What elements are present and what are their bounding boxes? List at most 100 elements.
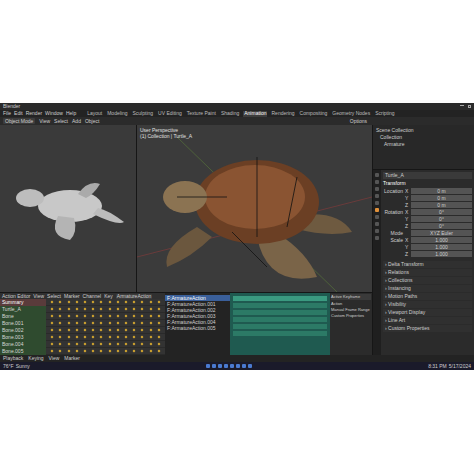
- outliner-item[interactable]: Collection: [376, 135, 471, 140]
- channel-row[interactable]: Bone.001: [0, 320, 46, 327]
- action-name[interactable]: ArmatureAction: [116, 294, 152, 299]
- channel-row[interactable]: Bone.003: [0, 334, 46, 341]
- tab-icon[interactable]: [375, 208, 379, 212]
- transform-field[interactable]: RotationX0°: [383, 209, 472, 215]
- tab-icon[interactable]: [375, 194, 379, 198]
- property-section[interactable]: › Delta Transform: [383, 261, 472, 268]
- property-section[interactable]: › Viewport Display: [383, 309, 472, 316]
- property-section[interactable]: › Collections: [383, 277, 472, 284]
- property-section[interactable]: › Instancing: [383, 285, 472, 292]
- transform-field[interactable]: Y0°: [383, 216, 472, 222]
- workspace-tab[interactable]: Modeling: [106, 111, 128, 117]
- track-item[interactable]: F:ArmatureAction.003: [165, 313, 230, 319]
- editor-menu-item[interactable]: Channel: [83, 294, 102, 299]
- main-viewport[interactable]: User Perspective(1) Collection | Turtle_…: [137, 125, 372, 292]
- app-icon[interactable]: [248, 364, 252, 368]
- app-icon[interactable]: [230, 364, 234, 368]
- status-item[interactable]: Keying: [28, 356, 43, 361]
- outliner-item[interactable]: Scene Collection: [376, 128, 471, 133]
- transform-field[interactable]: Z0°: [383, 223, 472, 229]
- workspace-tab[interactable]: Texture Paint: [186, 111, 217, 117]
- channel-row[interactable]: Bone.004: [0, 341, 46, 348]
- collection-label: (1) Collection | Turtle_A: [140, 134, 369, 139]
- outliner-item[interactable]: Armature: [376, 142, 471, 147]
- transform-field[interactable]: Y0 m: [383, 195, 472, 201]
- tab-icon[interactable]: [375, 222, 379, 226]
- property-section[interactable]: › Custom Properties: [383, 325, 472, 332]
- track-item[interactable]: F:ArmatureAction: [165, 295, 230, 301]
- track-item[interactable]: F:ArmatureAction.004: [165, 319, 230, 325]
- tab-icon[interactable]: [375, 180, 379, 184]
- app-icon[interactable]: [212, 364, 216, 368]
- side-panel: Active KeyframeActionManual Frame RangeC…: [330, 293, 372, 355]
- tab-icon[interactable]: [375, 187, 379, 191]
- transform-field[interactable]: Z1.000: [383, 251, 472, 257]
- workspace-tab[interactable]: Geometry Nodes: [331, 111, 371, 117]
- app-icon[interactable]: [224, 364, 228, 368]
- menu-item[interactable]: Help: [66, 111, 76, 116]
- menu-item[interactable]: Render: [26, 111, 42, 116]
- editor-menu-item[interactable]: View: [33, 294, 44, 299]
- transform-field[interactable]: LocationX0 m: [383, 188, 472, 194]
- keyframe-row: [46, 313, 165, 320]
- track-item[interactable]: F:ArmatureAction.005: [165, 325, 230, 331]
- transform-field[interactable]: ScaleX1.000: [383, 237, 472, 243]
- tab-icon[interactable]: [375, 173, 379, 177]
- app-icon[interactable]: [236, 364, 240, 368]
- editor-menu-item[interactable]: Key: [104, 294, 113, 299]
- status-item[interactable]: Playback: [3, 356, 23, 361]
- workspace-tab[interactable]: Compositing: [299, 111, 329, 117]
- property-section[interactable]: › Visibility: [383, 301, 472, 308]
- object-name: Turtle_A: [383, 172, 472, 179]
- app-icon[interactable]: [242, 364, 246, 368]
- toolbar-item[interactable]: View: [39, 119, 50, 124]
- property-section[interactable]: › Relations: [383, 269, 472, 276]
- toolbar-item[interactable]: Object: [85, 119, 99, 124]
- workspace-tab[interactable]: Animation: [243, 111, 267, 117]
- tab-icon[interactable]: [375, 215, 379, 219]
- track-item[interactable]: F:ArmatureAction.002: [165, 307, 230, 313]
- app-icon[interactable]: [206, 364, 210, 368]
- editor-menu-item[interactable]: Select: [47, 294, 61, 299]
- tab-icon[interactable]: [375, 236, 379, 240]
- keyframe-row: [46, 299, 165, 306]
- channel-row[interactable]: Bone: [0, 313, 46, 320]
- workspace-tab[interactable]: Scripting: [374, 111, 395, 117]
- menu-item[interactable]: File: [3, 111, 11, 116]
- turtle-model-icon: [137, 137, 372, 292]
- app-icon[interactable]: [218, 364, 222, 368]
- menu-item[interactable]: Window: [45, 111, 63, 116]
- keyframe-row: [46, 320, 165, 327]
- panel-item[interactable]: Action: [331, 302, 371, 306]
- channel-row[interactable]: Bone.002: [0, 327, 46, 334]
- tab-icon[interactable]: [375, 201, 379, 205]
- track-list: F:ArmatureActionF:ArmatureAction.001F:Ar…: [165, 293, 230, 355]
- property-section[interactable]: › Motion Paths: [383, 293, 472, 300]
- transform-field[interactable]: ModeXYZ Euler: [383, 230, 472, 236]
- camera-viewport[interactable]: [0, 125, 137, 292]
- workspace-tab[interactable]: UV Editing: [157, 111, 183, 117]
- transform-field[interactable]: Z0 m: [383, 202, 472, 208]
- editor-menu-item[interactable]: Marker: [64, 294, 80, 299]
- panel-item[interactable]: Custom Properties: [331, 314, 371, 318]
- channel-row[interactable]: Turtle_A: [0, 306, 46, 313]
- workspace-tab[interactable]: Layout: [86, 111, 103, 117]
- menu-item[interactable]: Edit: [14, 111, 23, 116]
- track-item[interactable]: F:ArmatureAction.001: [165, 301, 230, 307]
- toolbar-item[interactable]: Select: [54, 119, 68, 124]
- workspace-tab[interactable]: Rendering: [270, 111, 295, 117]
- toolbar-item[interactable]: Add: [72, 119, 81, 124]
- transform-field[interactable]: Y1.000: [383, 244, 472, 250]
- status-item[interactable]: Marker: [64, 356, 80, 361]
- property-section[interactable]: › Line Art: [383, 317, 472, 324]
- workspace-tab[interactable]: Shading: [220, 111, 240, 117]
- editor-type[interactable]: Action Editor: [2, 294, 30, 299]
- channel-row[interactable]: Bone.005: [0, 348, 46, 355]
- tab-icon[interactable]: [375, 229, 379, 233]
- mode-dropdown[interactable]: Object Mode: [3, 118, 35, 124]
- workspace-tab[interactable]: Sculpting: [132, 111, 155, 117]
- options-button[interactable]: Options: [350, 119, 367, 124]
- panel-item[interactable]: Manual Frame Range: [331, 308, 371, 312]
- status-item[interactable]: View: [49, 356, 60, 361]
- channel-row[interactable]: Summary: [0, 299, 46, 306]
